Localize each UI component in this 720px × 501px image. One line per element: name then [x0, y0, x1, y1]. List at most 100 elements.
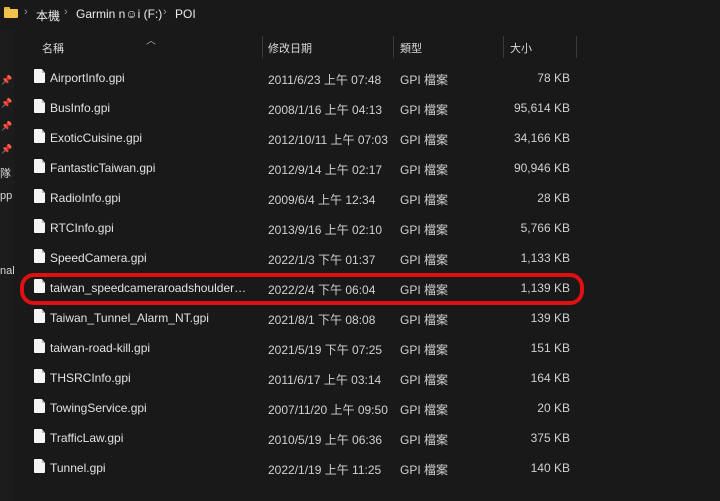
file-modified: 2022/2/4 下午 06:04: [268, 283, 376, 297]
file-name: RTCInfo.gpi: [50, 221, 114, 235]
file-size: 375 KB: [530, 431, 570, 445]
file-size: 95,614 KB: [513, 101, 570, 115]
file-size: 20 KB: [537, 401, 570, 415]
column-divider[interactable]: [503, 36, 504, 58]
pin-icon: 📌: [1, 121, 13, 131]
column-header-modified[interactable]: 修改日期: [268, 40, 312, 56]
breadcrumb-separator: ›: [163, 6, 167, 18]
file-modified: 2010/5/19 上午 06:36: [268, 433, 383, 447]
breadcrumb-separator: ›: [64, 6, 68, 18]
file-row[interactable]: TrafficLaw.gpi 2010/5/19 上午 06:36 GPI 檔案…: [14, 422, 720, 452]
file-icon: [34, 459, 45, 473]
file-icon: [34, 129, 45, 143]
file-modified: 2012/10/11 上午 07:03: [268, 133, 388, 147]
folder-icon: [4, 7, 18, 18]
column-header-size[interactable]: 大小: [510, 40, 532, 56]
pin-icon: 📌: [1, 98, 13, 108]
file-row[interactable]: RadioInfo.gpi 2009/6/4 上午 12:34 GPI 檔案 2…: [14, 182, 720, 212]
file-name: FantasticTaiwan.gpi: [50, 161, 156, 175]
column-divider[interactable]: [262, 36, 263, 58]
file-row[interactable]: Taiwan_Tunnel_Alarm_NT.gpi 2021/8/1 下午 0…: [14, 302, 720, 332]
file-type: GPI 檔案: [400, 223, 449, 237]
column-header-row: ︿ 名稱 修改日期 類型 大小: [14, 30, 720, 60]
file-type: GPI 檔案: [400, 283, 449, 297]
file-icon: [34, 159, 45, 173]
file-icon: [34, 99, 45, 113]
file-name: SpeedCamera.gpi: [50, 251, 147, 265]
column-header-type[interactable]: 類型: [400, 40, 422, 56]
file-row[interactable]: RTCInfo.gpi 2013/9/16 上午 02:10 GPI 檔案 5,…: [14, 212, 720, 242]
file-name: Taiwan_Tunnel_Alarm_NT.gpi: [50, 311, 209, 325]
breadcrumb-item-poi[interactable]: POI: [175, 7, 196, 21]
file-row[interactable]: AirportInfo.gpi 2011/6/23 上午 07:48 GPI 檔…: [14, 62, 720, 92]
column-header-name[interactable]: 名稱: [42, 40, 64, 56]
column-divider[interactable]: [393, 36, 394, 58]
file-name: AirportInfo.gpi: [50, 71, 125, 85]
file-type: GPI 檔案: [400, 403, 449, 417]
file-row[interactable]: ExoticCuisine.gpi 2012/10/11 上午 07:03 GP…: [14, 122, 720, 152]
file-type: GPI 檔案: [400, 193, 449, 207]
file-name: ExoticCuisine.gpi: [50, 131, 143, 145]
breadcrumb-separator: ›: [24, 6, 28, 18]
pin-icon: 📌: [1, 144, 13, 154]
file-icon: [34, 339, 45, 353]
file-type: GPI 檔案: [400, 463, 449, 477]
column-divider[interactable]: [576, 36, 577, 58]
file-modified: 2011/6/17 上午 03:14: [268, 373, 382, 387]
file-type: GPI 檔案: [400, 133, 449, 147]
file-row[interactable]: BusInfo.gpi 2008/1/16 上午 04:13 GPI 檔案 95…: [14, 92, 720, 122]
file-modified: 2011/6/23 上午 07:48: [268, 73, 382, 87]
file-row[interactable]: FantasticTaiwan.gpi 2012/9/14 上午 02:17 G…: [14, 152, 720, 182]
breadcrumb: › 本機 › Garmin n☺i (F:) › POI: [0, 0, 720, 30]
file-type: GPI 檔案: [400, 343, 449, 357]
file-type: GPI 檔案: [400, 433, 449, 447]
file-row[interactable]: THSRCInfo.gpi 2011/6/17 上午 03:14 GPI 檔案 …: [14, 362, 720, 392]
file-modified: 2013/9/16 上午 02:10: [268, 223, 383, 237]
nav-item-label[interactable]: pp: [0, 190, 12, 202]
breadcrumb-item-this-pc[interactable]: 本機: [36, 7, 60, 24]
file-modified: 2022/1/19 上午 11:25: [268, 463, 382, 477]
file-icon: [34, 249, 45, 263]
pin-icon: 📌: [1, 75, 13, 85]
breadcrumb-item-drive[interactable]: Garmin n☺i (F:): [76, 7, 162, 21]
file-row[interactable]: taiwan-road-kill.gpi 2021/5/19 下午 07:25 …: [14, 332, 720, 362]
file-size: 1,133 KB: [520, 251, 570, 265]
file-modified: 2022/1/3 下午 01:37: [268, 253, 376, 267]
file-icon: [34, 189, 45, 203]
file-size: 140 KB: [530, 461, 570, 475]
file-row[interactable]: Tunnel.gpi 2022/1/19 上午 11:25 GPI 檔案 140…: [14, 452, 720, 482]
file-type: GPI 檔案: [400, 253, 449, 267]
file-size: 34,166 KB: [513, 131, 570, 145]
file-type: GPI 檔案: [400, 163, 449, 177]
file-icon: [34, 279, 45, 293]
file-size: 90,946 KB: [513, 161, 570, 175]
file-size: 28 KB: [537, 191, 570, 205]
file-size: 151 KB: [530, 341, 570, 355]
file-modified: 2008/1/16 上午 04:13: [268, 103, 383, 117]
file-icon: [34, 309, 45, 323]
file-size: 139 KB: [530, 311, 570, 325]
file-type: GPI 檔案: [400, 373, 449, 387]
file-type: GPI 檔案: [400, 73, 449, 87]
file-name: taiwan-road-kill.gpi: [50, 341, 151, 355]
chevron-up-icon: ︿: [146, 36, 156, 47]
file-modified: 2007/11/20 上午 09:50: [268, 403, 388, 417]
file-row[interactable]: taiwan_speedcameraroadshoulder_nt.... 20…: [14, 272, 720, 302]
nav-item-label[interactable]: 隊: [0, 165, 11, 181]
file-icon: [34, 399, 45, 413]
file-size: 78 KB: [537, 71, 570, 85]
navigation-pane[interactable]: 📌 📌 📌 📌 隊 pp nal: [0, 30, 14, 501]
file-name: TowingService.gpi: [50, 401, 147, 415]
nav-item-label[interactable]: nal: [0, 265, 14, 277]
file-name: taiwan_speedcameraroadshoulder_nt....: [50, 281, 250, 295]
file-row[interactable]: TowingService.gpi 2007/11/20 上午 09:50 GP…: [14, 392, 720, 422]
file-name: BusInfo.gpi: [50, 101, 111, 115]
file-size: 1,139 KB: [520, 281, 570, 295]
file-size: 164 KB: [530, 371, 570, 385]
file-icon: [34, 369, 45, 383]
file-size: 5,766 KB: [520, 221, 570, 235]
file-name: RadioInfo.gpi: [50, 191, 121, 205]
file-row[interactable]: SpeedCamera.gpi 2022/1/3 下午 01:37 GPI 檔案…: [14, 242, 720, 272]
file-modified: 2012/9/14 上午 02:17: [268, 163, 383, 177]
file-type: GPI 檔案: [400, 313, 449, 327]
